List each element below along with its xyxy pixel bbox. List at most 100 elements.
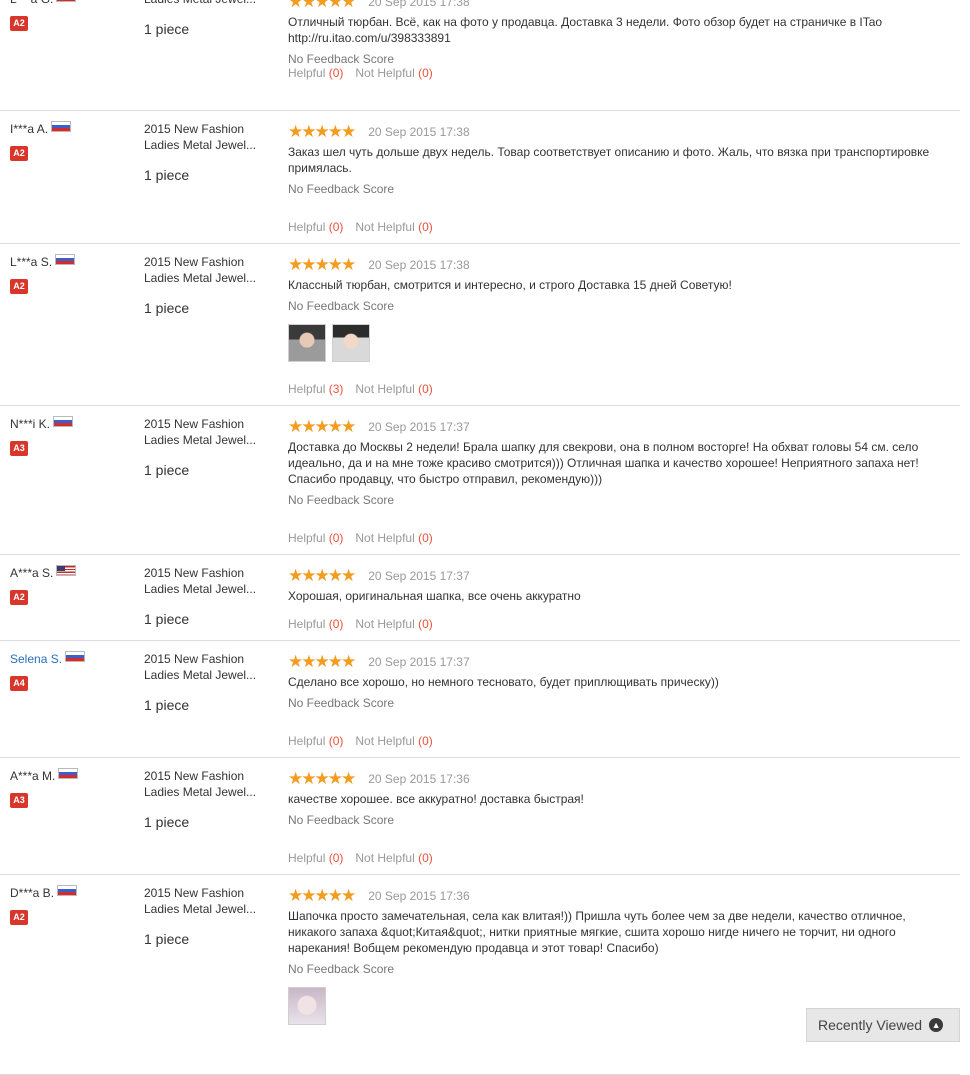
order-quantity: 1 piece	[144, 462, 190, 478]
review-text: Классный тюрбан, смотрится и интересно, …	[288, 278, 732, 292]
country-flag-icon	[57, 884, 78, 896]
chevron-up-icon: ▲	[929, 1018, 944, 1032]
product-info: 2015 New Fashion Ladies Metal Jewel... 1 …	[144, 121, 269, 183]
product-info: 2015 New Fashion Ladies Metal Jewel... 1 …	[144, 768, 269, 830]
product-name-link[interactable]: 2015 New Fashion Ladies Metal Jewel...	[144, 768, 269, 800]
review-text: Хорошая, оригинальная шапка, все очень а…	[288, 589, 581, 603]
order-quantity: 1 piece	[144, 167, 190, 183]
feedback-score: No Feedback Score	[288, 299, 395, 313]
rating-line: ★★★★★ 20 Sep 2015 17:38	[288, 122, 948, 141]
helpful-votes: Helpful (0) Not Helpful (0)	[288, 219, 433, 235]
product-name-link[interactable]: 2015 New Fashion Ladies Metal Jewel...	[144, 651, 269, 683]
helpful-button[interactable]: Helpful (0)	[288, 66, 343, 80]
buyer-name-line: A***a M.	[10, 767, 135, 784]
star-rating-icon: ★★★★★	[288, 566, 356, 585]
not-helpful-button[interactable]: Not Helpful (0)	[355, 66, 432, 80]
helpful-votes: Helpful (0) Not Helpful (0)	[288, 530, 433, 546]
product-name-link[interactable]: Ladies Metal Jewel...	[144, 0, 269, 7]
product-name-link[interactable]: 2015 New Fashion Ladies Metal Jewel...	[144, 254, 269, 286]
helpful-votes: Helpful (3) Not Helpful (0)	[288, 381, 433, 397]
helpful-votes: Helpful (0) Not Helpful (0)	[288, 616, 433, 632]
helpful-count: (0)	[328, 531, 344, 545]
product-info: 2015 New Fashion Ladies Metal Jewel... 1 …	[144, 254, 269, 316]
not-helpful-button[interactable]: Not Helpful (0)	[355, 851, 432, 865]
not-helpful-count: (0)	[418, 382, 433, 396]
buyer-level-badge: A2	[10, 590, 28, 605]
review-text: Шапочка просто замечательная, села как в…	[288, 909, 906, 955]
star-rating-icon: ★★★★★	[288, 122, 356, 141]
star-rating-icon: ★★★★★	[288, 417, 356, 436]
recently-viewed-button[interactable]: Recently Viewed ▲	[806, 1008, 960, 1042]
helpful-label: Helpful	[288, 382, 326, 396]
helpful-button[interactable]: Helpful (0)	[288, 531, 343, 545]
rating-line: ★★★★★ 20 Sep 2015 17:37	[288, 417, 948, 436]
review-content: ★★★★★ 20 Sep 2015 17:38 Классный тюрбан, с…	[288, 255, 948, 362]
review-photo-thumbnail[interactable]	[288, 987, 326, 1025]
review-text: качестве хорошее. все аккуратно! доставк…	[288, 792, 584, 806]
helpful-label: Helpful	[288, 531, 326, 545]
product-info: Ladies Metal Jewel... 1 piece	[144, 0, 269, 37]
helpful-button[interactable]: Helpful (0)	[288, 851, 343, 865]
buyer-info: A***a M. A3	[10, 767, 135, 808]
helpful-label: Helpful	[288, 66, 326, 80]
not-helpful-count: (0)	[418, 531, 433, 545]
helpful-button[interactable]: Helpful (0)	[288, 734, 343, 748]
not-helpful-label: Not Helpful	[355, 382, 415, 396]
buyer-name: L***a G.	[10, 0, 53, 7]
helpful-button[interactable]: Helpful (3)	[288, 382, 343, 396]
review-photo-thumbnail[interactable]	[332, 324, 370, 362]
helpful-count: (0)	[328, 851, 344, 865]
country-flag-icon	[55, 253, 76, 265]
review-photos	[288, 324, 948, 362]
rating-line: ★★★★★ 20 Sep 2015 17:38	[288, 255, 948, 274]
buyer-level-badge: A3	[10, 793, 28, 808]
buyer-info: L***a G. A2	[10, 0, 135, 31]
review-date: 20 Sep 2015 17:36	[368, 772, 470, 786]
buyer-info: Selena S. A4	[10, 650, 135, 691]
review-text: Доставка до Москвы 2 недели! Брала шапку…	[288, 440, 919, 486]
country-flag-icon	[56, 0, 77, 2]
country-flag-icon	[51, 120, 72, 132]
review-date: 20 Sep 2015 17:36	[368, 889, 470, 903]
helpful-count: (0)	[328, 617, 344, 631]
buyer-name[interactable]: Selena S.	[10, 651, 62, 667]
not-helpful-button[interactable]: Not Helpful (0)	[355, 531, 432, 545]
product-name-link[interactable]: 2015 New Fashion Ladies Metal Jewel...	[144, 416, 269, 448]
not-helpful-label: Not Helpful	[355, 734, 415, 748]
review-content: ★★★★★ 20 Sep 2015 17:38 Заказ шел чуть дол…	[288, 122, 948, 197]
not-helpful-button[interactable]: Not Helpful (0)	[355, 734, 432, 748]
star-rating-icon: ★★★★★	[288, 255, 356, 274]
product-info: 2015 New Fashion Ladies Metal Jewel... 1 …	[144, 651, 269, 713]
buyer-info: A***a S. A2	[10, 564, 135, 605]
helpful-label: Helpful	[288, 220, 326, 234]
review-photo-thumbnail[interactable]	[288, 324, 326, 362]
review-date: 20 Sep 2015 17:37	[368, 655, 470, 669]
review-item: L***a G. A2 Ladies Metal Jewel... 1 piece ★★…	[0, 0, 960, 111]
not-helpful-button[interactable]: Not Helpful (0)	[355, 617, 432, 631]
helpful-label: Helpful	[288, 617, 326, 631]
order-quantity: 1 piece	[144, 21, 190, 37]
star-rating-icon: ★★★★★	[288, 886, 356, 905]
not-helpful-button[interactable]: Not Helpful (0)	[355, 220, 432, 234]
review-item: A***a S. A2 2015 New Fashion Ladies Metal …	[0, 554, 960, 641]
review-item: Selena S. A4 2015 New Fashion Ladies Metal…	[0, 640, 960, 758]
buyer-level-badge: A4	[10, 676, 28, 691]
country-flag-icon	[58, 767, 79, 779]
product-name-link[interactable]: 2015 New Fashion Ladies Metal Jewel...	[144, 565, 269, 597]
product-name-link[interactable]: 2015 New Fashion Ladies Metal Jewel...	[144, 121, 269, 153]
buyer-level-badge: A2	[10, 279, 28, 294]
product-info: 2015 New Fashion Ladies Metal Jewel... 1 …	[144, 416, 269, 478]
not-helpful-count: (0)	[418, 617, 433, 631]
helpful-label: Helpful	[288, 734, 326, 748]
rating-line: ★★★★★ 20 Sep 2015 17:36	[288, 886, 948, 905]
order-quantity: 1 piece	[144, 300, 190, 316]
review-date: 20 Sep 2015 17:37	[368, 420, 470, 434]
product-name-link[interactable]: 2015 New Fashion Ladies Metal Jewel...	[144, 885, 269, 917]
buyer-info: L***a S. A2	[10, 253, 135, 294]
helpful-button[interactable]: Helpful (0)	[288, 220, 343, 234]
helpful-button[interactable]: Helpful (0)	[288, 617, 343, 631]
star-rating-icon: ★★★★★	[288, 652, 356, 671]
review-date: 20 Sep 2015 17:37	[368, 569, 470, 583]
not-helpful-button[interactable]: Not Helpful (0)	[355, 382, 432, 396]
star-rating-icon: ★★★★★	[288, 0, 356, 11]
